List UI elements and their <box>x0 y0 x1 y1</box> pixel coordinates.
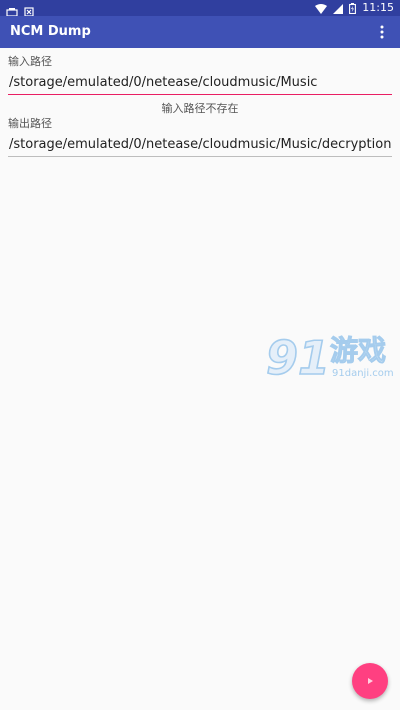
wifi-icon <box>315 0 328 18</box>
status-bar: 11:15 <box>0 0 400 17</box>
input-path-error: 输入路径不存在 <box>161 102 239 115</box>
battery-icon <box>349 0 357 18</box>
output-path-label: 输出路径 <box>8 117 52 130</box>
overflow-menu-button[interactable] <box>372 22 392 42</box>
watermark-logo: 91 游戏 91danji.com <box>265 330 400 386</box>
input-path-field[interactable]: /storage/emulated/0/netease/cloudmusic/M… <box>8 72 392 95</box>
status-time: 11:15 <box>362 1 394 14</box>
more-vert-icon <box>380 25 384 39</box>
play-icon <box>368 678 373 684</box>
app-bar: NCM Dump <box>0 16 400 48</box>
signal-icon <box>333 0 344 18</box>
start-fab-button[interactable] <box>352 663 388 699</box>
input-path-label: 输入路径 <box>8 55 52 68</box>
app-title: NCM Dump <box>10 24 91 39</box>
watermark-number: 91 <box>266 331 330 382</box>
output-path-field[interactable]: /storage/emulated/0/netease/cloudmusic/M… <box>8 134 392 157</box>
watermark-title: 游戏 <box>330 334 386 367</box>
status-system: 11:15 <box>315 0 394 16</box>
watermark-site: 91danji.com <box>332 368 394 379</box>
